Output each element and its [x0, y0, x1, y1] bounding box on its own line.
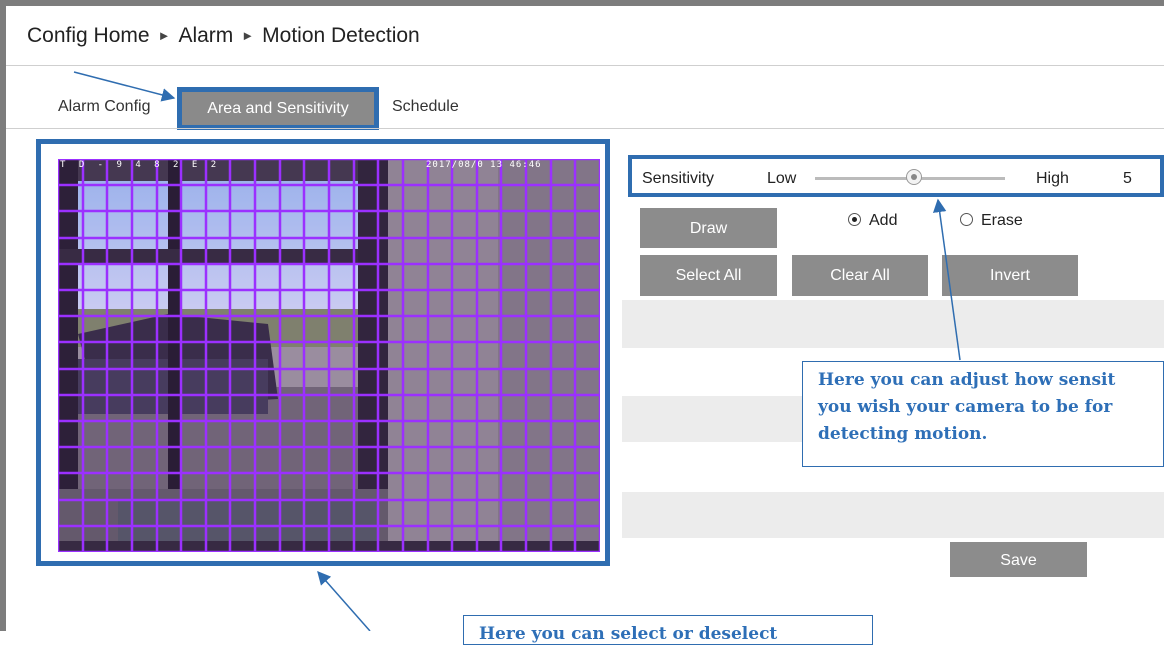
breadcrumb-motion-detection: Motion Detection	[262, 24, 420, 47]
detection-area-highlight: T D - 9 4 8 2 E 2 2017/08/0 13 46:46	[36, 139, 610, 566]
callout-line: Here you can select or deselect	[479, 624, 778, 644]
osd-timestamp: 2017/08/0 13 46:46	[426, 160, 542, 170]
erase-radio[interactable]: Erase	[960, 212, 1023, 230]
osd-camera-name: T D - 9 4 8 2 E 2	[60, 160, 221, 170]
callout-area: Here you can select or deselect	[463, 615, 873, 645]
sensitivity-high-label: High	[1036, 170, 1069, 187]
panel-stripe	[622, 492, 1164, 538]
sensitivity-value: 5	[1123, 170, 1132, 187]
callout-line: Here you can adjust how sensit	[818, 370, 1116, 390]
tab-area-and-sensitivity[interactable]: Area and Sensitivity	[177, 87, 379, 130]
select-all-button[interactable]: Select All	[640, 255, 777, 296]
draw-button[interactable]: Draw	[640, 208, 777, 248]
sensitivity-label: Sensitivity	[642, 170, 715, 187]
callout-sensitivity: Here you can adjust how sensit you wish …	[802, 361, 1164, 467]
sensitivity-slider-thumb[interactable]	[906, 169, 922, 185]
tab-alarm-config[interactable]: Alarm Config	[58, 98, 150, 116]
callout-line: you wish your camera to be for	[818, 397, 1113, 417]
save-button[interactable]: Save	[950, 542, 1087, 577]
callout-line: detecting motion.	[818, 424, 988, 444]
breadcrumb-separator-icon: ►	[157, 28, 171, 43]
breadcrumb: Config Home ► Alarm ► Motion Detection	[27, 24, 420, 48]
panel-stripe	[622, 300, 1164, 348]
clear-all-button[interactable]: Clear All	[792, 255, 928, 296]
add-radio[interactable]: Add	[848, 212, 897, 230]
sensitivity-panel: Sensitivity Low High 5	[628, 155, 1164, 197]
radio-unselected-icon	[960, 213, 973, 226]
breadcrumb-separator-icon: ►	[241, 28, 255, 43]
header-divider	[6, 65, 1164, 66]
sensitivity-low-label: Low	[767, 170, 797, 187]
breadcrumb-alarm[interactable]: Alarm	[178, 24, 233, 47]
motion-grid-overlay	[58, 159, 600, 552]
tab-schedule[interactable]: Schedule	[392, 98, 459, 116]
erase-radio-label: Erase	[981, 212, 1023, 229]
radio-selected-icon	[848, 213, 861, 226]
add-radio-label: Add	[869, 212, 898, 229]
camera-preview-grid[interactable]: T D - 9 4 8 2 E 2 2017/08/0 13 46:46	[58, 159, 600, 552]
tab-divider	[6, 128, 1164, 129]
invert-button[interactable]: Invert	[942, 255, 1078, 296]
breadcrumb-config-home[interactable]: Config Home	[27, 24, 150, 47]
